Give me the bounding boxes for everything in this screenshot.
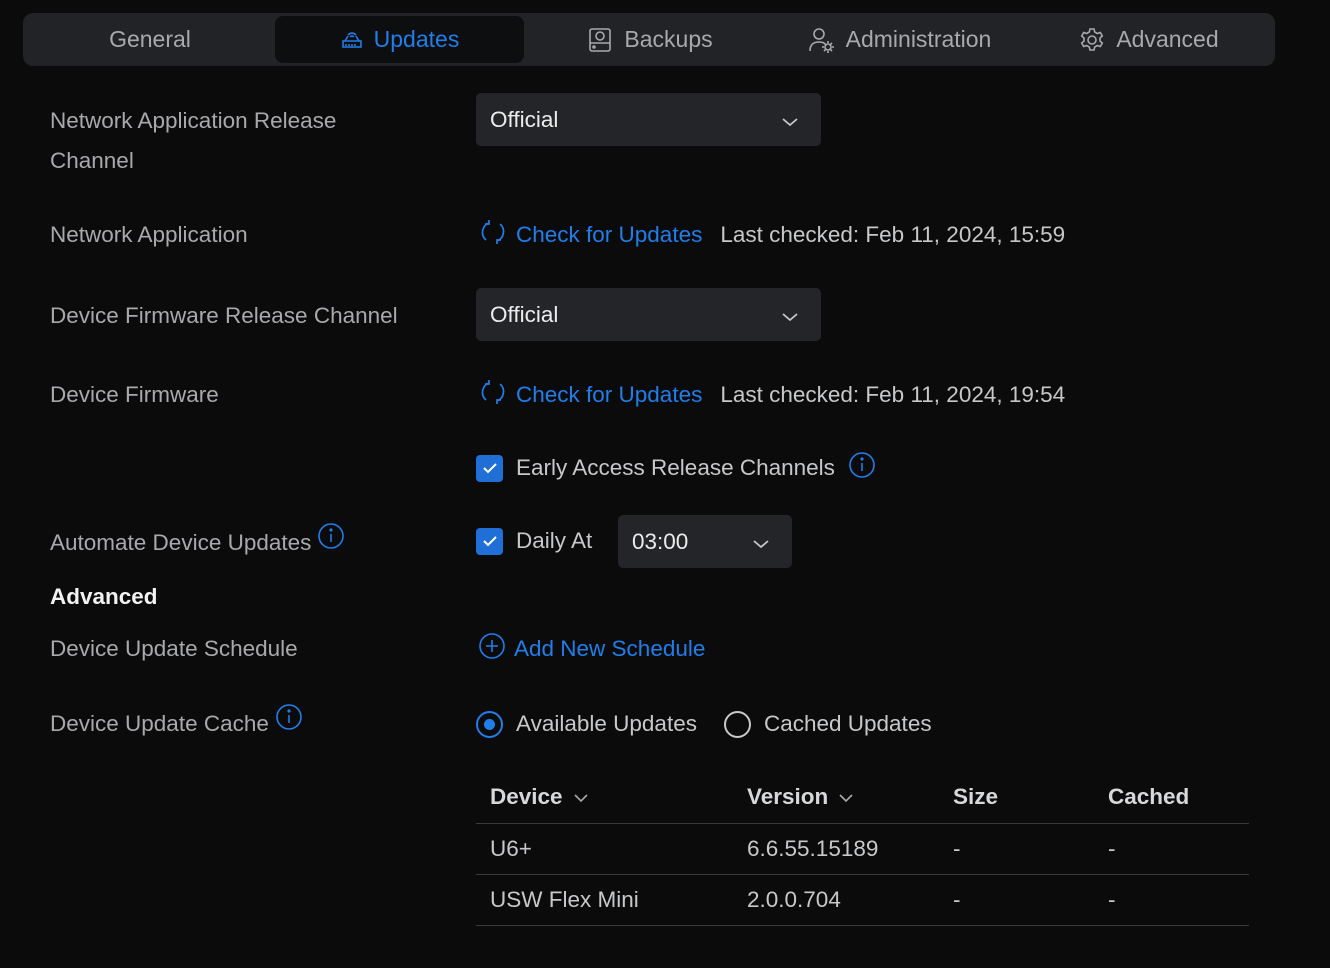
refresh-icon	[478, 217, 508, 253]
cell-cached: -	[1094, 874, 1249, 926]
settings-tab-bar: General Updates Backups Administration A…	[23, 13, 1275, 66]
chevron-down-icon	[781, 302, 799, 328]
fw-label: Device Firmware	[50, 382, 219, 407]
backup-drive-icon	[586, 26, 614, 54]
tab-administration-label: Administration	[845, 26, 992, 52]
net-app-check-updates-link[interactable]: Check for Updates	[478, 217, 702, 253]
net-app-channel-label: Network Application Release Channel	[50, 108, 337, 173]
cached-updates-radio[interactable]	[723, 710, 751, 738]
info-icon[interactable]	[317, 522, 345, 555]
column-device-label: Device	[490, 783, 563, 809]
column-cached[interactable]: Cached	[1094, 772, 1249, 824]
tab-administration[interactable]: Administration	[775, 16, 1024, 63]
column-version[interactable]: Version	[733, 772, 939, 824]
chevron-down-icon	[752, 529, 770, 555]
info-icon[interactable]	[848, 451, 876, 485]
daily-at-label: Daily At	[516, 528, 593, 553]
tab-advanced-label: Advanced	[1116, 26, 1219, 52]
fw-channel-select[interactable]: Official	[476, 288, 821, 341]
column-version-label: Version	[747, 783, 829, 809]
fw-channel-label: Device Firmware Release Channel	[50, 303, 398, 328]
add-schedule-button[interactable]: Add New Schedule	[478, 632, 705, 666]
tab-general-label: General	[109, 26, 191, 52]
chevron-down-icon	[838, 783, 854, 809]
tab-general[interactable]: General	[26, 16, 274, 63]
fw-last-checked: Last checked: Feb 11, 2024, 19:54	[720, 382, 1066, 407]
tab-backups-label: Backups	[624, 26, 713, 52]
available-updates-radio[interactable]	[476, 710, 503, 738]
early-access-label: Early Access Release Channels	[516, 455, 835, 480]
admin-user-gear-icon	[808, 26, 836, 54]
info-icon[interactable]	[275, 703, 303, 736]
cell-version: 2.0.0.704	[733, 874, 939, 926]
fw-check-label: Check for Updates	[516, 382, 703, 407]
column-device[interactable]: Device	[476, 772, 733, 824]
add-schedule-label: Add New Schedule	[514, 636, 706, 661]
tab-updates-label: Updates	[373, 26, 460, 52]
net-app-label: Network Application	[50, 222, 248, 247]
gear-icon	[1078, 26, 1106, 54]
automate-checkbox[interactable]	[476, 527, 503, 555]
cache-label: Device Update Cache	[50, 711, 269, 736]
advanced-section-title: Advanced	[50, 584, 158, 609]
net-app-channel-value: Official	[490, 106, 559, 132]
chevron-down-icon	[573, 783, 589, 809]
table-row[interactable]: USW Flex Mini 2.0.0.704 - -	[476, 874, 1249, 926]
cell-size: -	[939, 874, 1094, 926]
cell-size: -	[939, 823, 1094, 875]
router-update-icon	[340, 28, 364, 52]
fw-channel-value: Official	[490, 301, 559, 327]
net-app-channel-select[interactable]: Official	[476, 93, 821, 146]
cell-device: USW Flex Mini	[476, 874, 733, 926]
plus-circle-icon	[478, 632, 506, 666]
chevron-down-icon	[781, 107, 799, 133]
net-app-last-checked: Last checked: Feb 11, 2024, 15:59	[720, 222, 1066, 247]
refresh-icon	[478, 377, 508, 413]
automate-label: Automate Device Updates	[50, 530, 312, 555]
cell-version: 6.6.55.15189	[733, 823, 939, 875]
table-header-row: Device Version Size Cached	[476, 772, 1249, 824]
table-row[interactable]: U6+ 6.6.55.15189 - -	[476, 823, 1249, 875]
automate-label-row: Automate Device Updates	[50, 522, 345, 565]
daily-at-time-value: 03:00	[632, 528, 689, 554]
schedule-label: Device Update Schedule	[50, 636, 298, 661]
tab-advanced[interactable]: Advanced	[1025, 16, 1272, 63]
tab-updates[interactable]: Updates	[275, 16, 524, 63]
early-access-checkbox[interactable]	[476, 454, 503, 482]
fw-check-updates-link[interactable]: Check for Updates	[478, 377, 702, 413]
device-cache-table: Device Version Size Cached U6+ 6.6.55.15…	[476, 772, 1249, 926]
cache-label-row: Device Update Cache	[50, 703, 303, 746]
cell-cached: -	[1094, 823, 1249, 875]
column-size[interactable]: Size	[939, 772, 1094, 824]
available-updates-label: Available Updates	[516, 711, 697, 736]
daily-at-time-select[interactable]: 03:00	[618, 515, 792, 568]
cached-updates-label: Cached Updates	[763, 711, 932, 736]
tab-backups[interactable]: Backups	[525, 16, 774, 63]
cell-device: U6+	[476, 823, 733, 875]
net-app-check-label: Check for Updates	[516, 222, 703, 247]
